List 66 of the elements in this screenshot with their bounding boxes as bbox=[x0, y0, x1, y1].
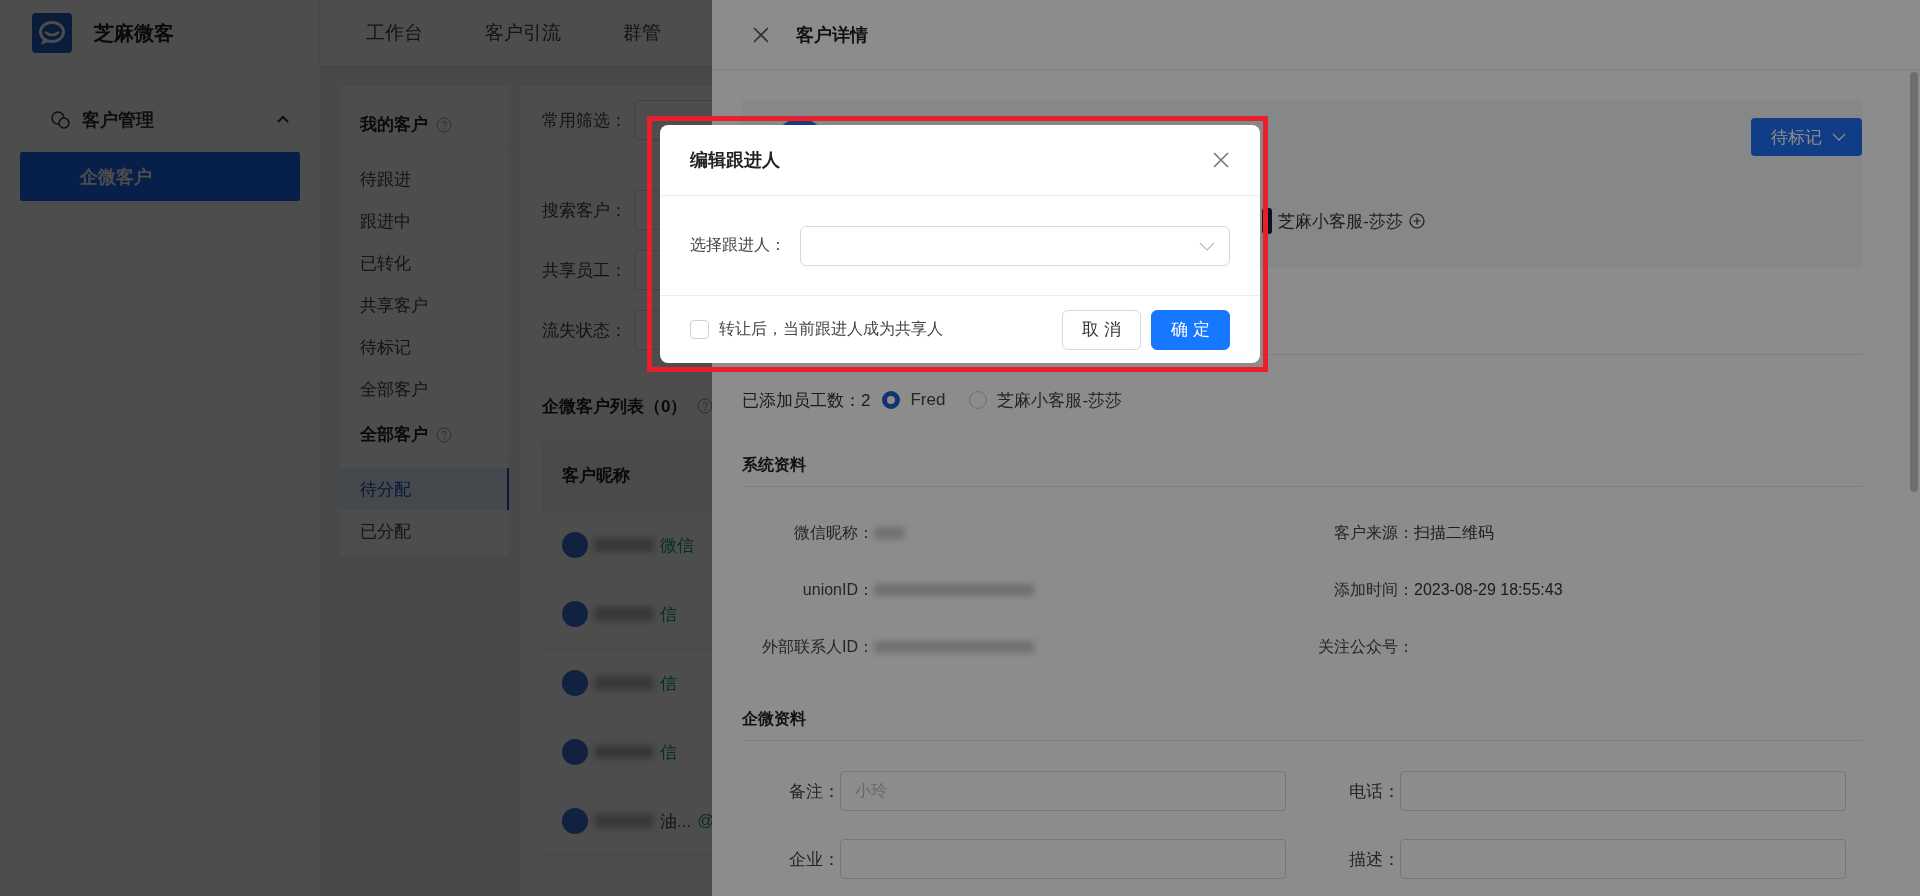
field-value: 扫描二维码 bbox=[1414, 522, 1494, 543]
help-icon bbox=[436, 116, 452, 133]
column-header: 客户昵称 bbox=[562, 465, 630, 487]
staff-count: 已添加员工数：2 bbox=[742, 389, 871, 412]
category-item[interactable]: 全部客户 bbox=[340, 368, 509, 410]
plus-circle-icon[interactable] bbox=[1408, 213, 1425, 229]
section-heading: 我的客户 bbox=[360, 114, 428, 136]
field-value: 2023-08-29 18:55:43 bbox=[1414, 581, 1563, 599]
close-icon[interactable] bbox=[752, 25, 770, 44]
field-label: 客户来源： bbox=[1333, 522, 1414, 543]
staff-radio[interactable]: 芝麻小客服-莎莎 bbox=[969, 388, 1123, 412]
avatar bbox=[562, 739, 588, 765]
avatar bbox=[562, 808, 588, 834]
scrollbar[interactable] bbox=[1910, 72, 1918, 492]
confirm-button[interactable]: 确 定 bbox=[1151, 309, 1230, 350]
field-label: 备注： bbox=[788, 780, 840, 803]
category-item[interactable]: 已分配 bbox=[340, 510, 509, 552]
channel-label: 信 bbox=[660, 603, 677, 626]
category-item[interactable]: 共享客户 bbox=[340, 284, 509, 326]
customer-name: 油... bbox=[660, 810, 692, 833]
avatar bbox=[562, 532, 588, 558]
dialog-title: 编辑跟进人 bbox=[690, 149, 780, 172]
chat-bubbles-icon bbox=[50, 110, 70, 130]
menu-group[interactable]: 客户管理 bbox=[0, 100, 320, 140]
drawer-title: 客户详情 bbox=[796, 23, 868, 47]
field-label: 关注公众号： bbox=[1317, 636, 1414, 657]
help-icon bbox=[697, 398, 714, 414]
nav-tab[interactable]: 群管 bbox=[623, 20, 661, 46]
channel-label: 信 bbox=[660, 741, 677, 764]
checkbox[interactable]: 转让后，当前跟进人成为共享人 bbox=[690, 319, 943, 340]
section-heading: 系统资料 bbox=[742, 445, 1862, 487]
help-icon bbox=[436, 426, 452, 443]
close-icon[interactable] bbox=[1212, 151, 1230, 169]
tag-dropdown-button[interactable]: 待标记 bbox=[1751, 118, 1862, 156]
section-heading: 企微资料 bbox=[742, 699, 1862, 741]
logo-icon bbox=[32, 13, 72, 53]
field-label: 外部联系人ID： bbox=[761, 636, 874, 657]
field-label: 添加时间： bbox=[1333, 579, 1414, 600]
field-label: 电话： bbox=[1348, 780, 1400, 803]
field-label: 企业： bbox=[788, 848, 840, 871]
employee-name: 芝麻小客服-莎莎 bbox=[1278, 210, 1403, 233]
avatar bbox=[562, 601, 588, 627]
field-label: unionID： bbox=[801, 579, 874, 600]
table-title: 企微客户列表（0） bbox=[542, 395, 688, 418]
section-heading: 全部客户 bbox=[360, 424, 428, 446]
category-item[interactable]: 待跟进 bbox=[340, 158, 509, 200]
cancel-button[interactable]: 取 消 bbox=[1062, 309, 1141, 350]
filter-label: 搜索客户： bbox=[542, 199, 628, 222]
category-item[interactable]: 待分配 bbox=[340, 468, 509, 510]
avatar bbox=[562, 670, 588, 696]
select-field[interactable] bbox=[800, 225, 1230, 266]
category-item[interactable]: 待标记 bbox=[340, 326, 509, 368]
channel-label: 微信 bbox=[660, 534, 694, 557]
channel-label: 信 bbox=[660, 672, 677, 695]
nav-tab[interactable]: 客户引流 bbox=[485, 20, 561, 46]
filter-label: 流失状态： bbox=[542, 319, 628, 342]
field-label: 选择跟进人： bbox=[690, 235, 787, 255]
category-item[interactable]: 已转化 bbox=[340, 242, 509, 284]
field-label: 微信昵称： bbox=[793, 522, 874, 543]
sidebar-item[interactable]: 企微客户 bbox=[20, 152, 300, 201]
field-label: 描述： bbox=[1348, 848, 1400, 871]
category-item[interactable]: 跟进中 bbox=[340, 200, 509, 242]
nav-tab[interactable]: 工作台 bbox=[366, 20, 423, 46]
staff-radio[interactable]: Fred bbox=[882, 390, 946, 410]
app-name: 芝麻微客 bbox=[94, 20, 174, 46]
filter-label: 共享员工： bbox=[542, 259, 628, 282]
